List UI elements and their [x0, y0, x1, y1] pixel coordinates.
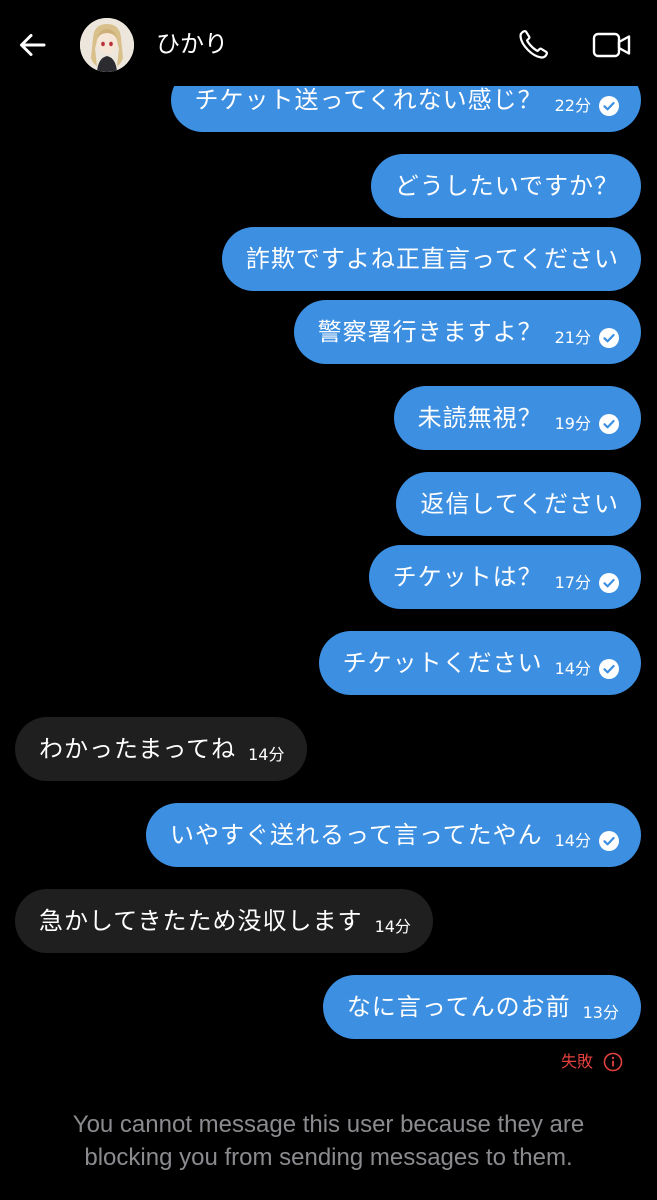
message-bubble[interactable]: どうしたいですか？ [370, 154, 641, 218]
message-text: チケット送ってくれない感じ？ [194, 86, 543, 114]
message-text: どうしたいですか？ [394, 172, 619, 200]
arrow-left-icon[interactable] [14, 26, 52, 64]
message-text: いやすぐ送れるって言ってたやん [170, 821, 543, 849]
message-bubble[interactable]: いやすぐ送れるって言ってたやん 14分 [146, 803, 641, 867]
blocked-notice-line: blocking you from sending messages to th… [84, 1144, 573, 1171]
message-text: 未読無視？ [417, 404, 543, 432]
incoming-message-bubble[interactable]: 急かしてきたため没収します 14分 [15, 889, 433, 953]
avatar[interactable] [80, 18, 134, 72]
read-check-icon [599, 573, 619, 593]
message-text: チケットは？ [392, 563, 543, 591]
message-text: 返信してください [420, 490, 619, 518]
message-bubble[interactable]: チケットください 14分 [318, 631, 641, 695]
message-text: 急かしてきたため没収します [39, 907, 363, 935]
read-check-icon [599, 96, 619, 116]
read-check-icon [599, 414, 619, 434]
phone-icon[interactable] [512, 24, 554, 66]
message-time: 14分 [248, 745, 285, 764]
message-time: 17分 [554, 573, 591, 592]
message-time: 13分 [582, 1003, 619, 1022]
message-thread: チケット送ってくれない感じ？ 22分 どうしたいですか？ 詐欺ですよね正直言って… [0, 0, 657, 1200]
message-time: 14分 [554, 831, 591, 850]
contact-name[interactable]: ひかり [156, 28, 228, 60]
failed-message-bubble[interactable]: なに言ってんのお前 13分 [322, 975, 641, 1039]
send-failed-label: 失敗 [560, 1052, 593, 1071]
message-bubble[interactable]: 詐欺ですよね正直言ってください [221, 227, 641, 291]
message-bubble[interactable]: 警察署行きますよ？ 21分 [293, 300, 641, 364]
message-time: 21分 [554, 328, 591, 347]
read-check-icon [599, 659, 619, 679]
blocked-notice-line: You cannot message this user because the… [72, 1111, 585, 1138]
video-camera-icon[interactable] [590, 24, 634, 66]
message-text: なに言ってんのお前 [346, 993, 571, 1021]
message-bubble[interactable]: 未読無視？ 19分 [393, 386, 641, 450]
read-check-icon [599, 831, 619, 851]
message-bubble[interactable]: 返信してください [396, 472, 641, 536]
message-time: 19分 [554, 414, 591, 433]
incoming-message-bubble[interactable]: わかったまってね 14分 [15, 717, 307, 781]
info-circle-icon[interactable] [603, 1052, 623, 1072]
message-text: 詐欺ですよね正直言ってください [245, 245, 619, 273]
read-check-icon [599, 328, 619, 348]
message-text: チケットください [342, 649, 543, 677]
message-time: 22分 [554, 96, 591, 115]
message-text: わかったまってね [39, 735, 237, 763]
contact-avatar-image [80, 18, 134, 72]
message-bubble[interactable]: チケットは？ 17分 [368, 545, 641, 609]
message-time: 14分 [554, 659, 591, 678]
blocked-notice: You cannot message this user because the… [30, 1108, 627, 1174]
chat-header: ひかり [0, 0, 657, 86]
message-time: 14分 [374, 917, 411, 936]
message-text: 警察署行きますよ？ [317, 318, 543, 346]
send-failed-indicator[interactable]: 失敗 [561, 1051, 623, 1073]
